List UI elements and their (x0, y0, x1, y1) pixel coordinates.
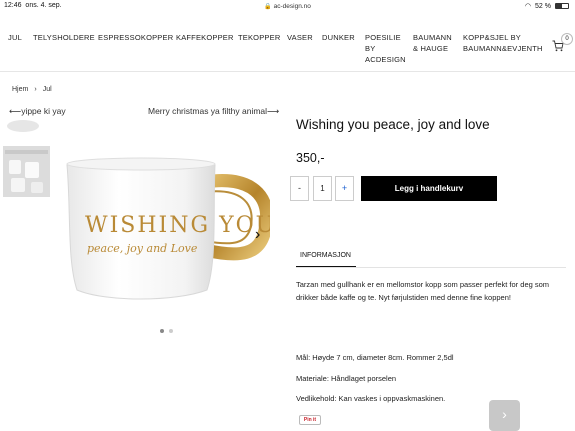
product-description: Tarzan med gullhank er en mellomstor kop… (296, 280, 550, 302)
arrow-right-icon: ⟶ (267, 106, 280, 116)
slider-dots (160, 329, 173, 333)
add-to-cart-button[interactable]: Legg i handlekurv (361, 176, 497, 201)
nav-item-kaffekopper[interactable]: KAFFEKOPPER (176, 32, 234, 43)
nav-line: ACDESIGN (365, 55, 406, 64)
main-nav: JUL TELYSHOLDERE ESPRESSOKOPPER KAFFEKOP… (0, 22, 575, 72)
tab-divider (296, 267, 566, 268)
nav-line: & HAUGE (413, 44, 449, 53)
mug-text-line1: WISHING YOU (85, 213, 270, 238)
thumbnail-image (7, 120, 39, 132)
slider-dot[interactable] (169, 329, 173, 333)
nav-item-koppsjel[interactable]: KOPP&SJEL BY BAUMANN&EVJENTH (463, 32, 543, 54)
nav-item-telysholdere[interactable]: TELYSHOLDERE (33, 32, 95, 43)
gallery-thumbnail[interactable] (3, 120, 50, 134)
nav-item-tekopper[interactable]: TEKOPPER (238, 32, 280, 43)
product-image[interactable]: WISHING YOU peace, joy and Love (55, 120, 274, 325)
nav-line: BAUMANN&EVJENTH (463, 44, 543, 53)
prev-product-link[interactable]: ⟵yippe ki yay (9, 106, 66, 117)
pinterest-button[interactable]: Pin it (299, 415, 321, 425)
spec-dimensions: Mål: Høyde 7 cm, diameter 8cm. Rommer 2,… (296, 353, 454, 362)
nav-line: BY (365, 44, 376, 53)
chevron-right-icon: › (502, 406, 507, 422)
nav-line: POESILIE (365, 33, 401, 42)
product-title: Wishing you peace, joy and love (296, 117, 490, 132)
nav-item-baumann-hauge[interactable]: BAUMANN & HAUGE (413, 32, 452, 54)
status-bar: 12:46 ons. 4. sep. 🔒 ac-design.no ◠ 52 % (0, 0, 575, 13)
nav-item-jul[interactable]: JUL (8, 32, 22, 43)
nav-item-dunker[interactable]: DUNKER (322, 32, 355, 43)
wifi-icon: ◠ (524, 3, 532, 10)
spec-care: Vedlikehold: Kan vaskes i oppvaskmaskine… (296, 394, 446, 403)
quantity-decrease-button[interactable]: - (290, 176, 309, 201)
gallery-thumbnail[interactable] (3, 146, 50, 197)
mug-illustration: WISHING YOU peace, joy and Love (66, 157, 274, 300)
breadcrumb-separator: › (34, 86, 37, 93)
breadcrumb-current: Jul (42, 86, 52, 93)
chevron-right-icon[interactable]: › (255, 226, 260, 244)
product-price: 350,- (296, 151, 325, 165)
nav-item-poesilie[interactable]: POESILIE BY ACDESIGN (365, 32, 406, 65)
cart-count-badge: 0 (561, 33, 573, 45)
arrow-left-icon: ⟵ (9, 106, 22, 116)
quantity-increase-button[interactable]: + (335, 176, 354, 201)
battery-percent: 52 % (535, 2, 551, 10)
cart-button[interactable]: 0 (552, 33, 573, 52)
quantity-input[interactable]: 1 (313, 176, 332, 201)
breadcrumb-home[interactable]: Hjem (12, 86, 28, 93)
lock-icon: 🔒 (264, 4, 272, 10)
nav-line: BAUMANN (413, 33, 452, 42)
address-bar[interactable]: 🔒 ac-design.no (0, 3, 575, 10)
nav-item-espressokopper[interactable]: ESPRESSOKOPPER (98, 32, 173, 43)
nav-item-vaser[interactable]: VASER (287, 32, 313, 43)
status-icons: ◠ 52 % (525, 2, 569, 10)
battery-icon (555, 3, 569, 9)
breadcrumb: Hjem › Jul (12, 86, 52, 93)
mug-text-line2: peace, joy and Love (87, 242, 198, 255)
scroll-button[interactable]: › (489, 400, 520, 431)
next-product-link[interactable]: Merry christmas ya filthy animal⟶ (148, 106, 279, 117)
thumbnail-image (3, 146, 50, 197)
nav-line: KOPP&SJEL BY (463, 33, 521, 42)
slider-dot[interactable] (160, 329, 164, 333)
tab-informasjon[interactable]: INFORMASJON (296, 249, 356, 267)
spec-material: Materiale: Håndlaget porselen (296, 374, 397, 383)
